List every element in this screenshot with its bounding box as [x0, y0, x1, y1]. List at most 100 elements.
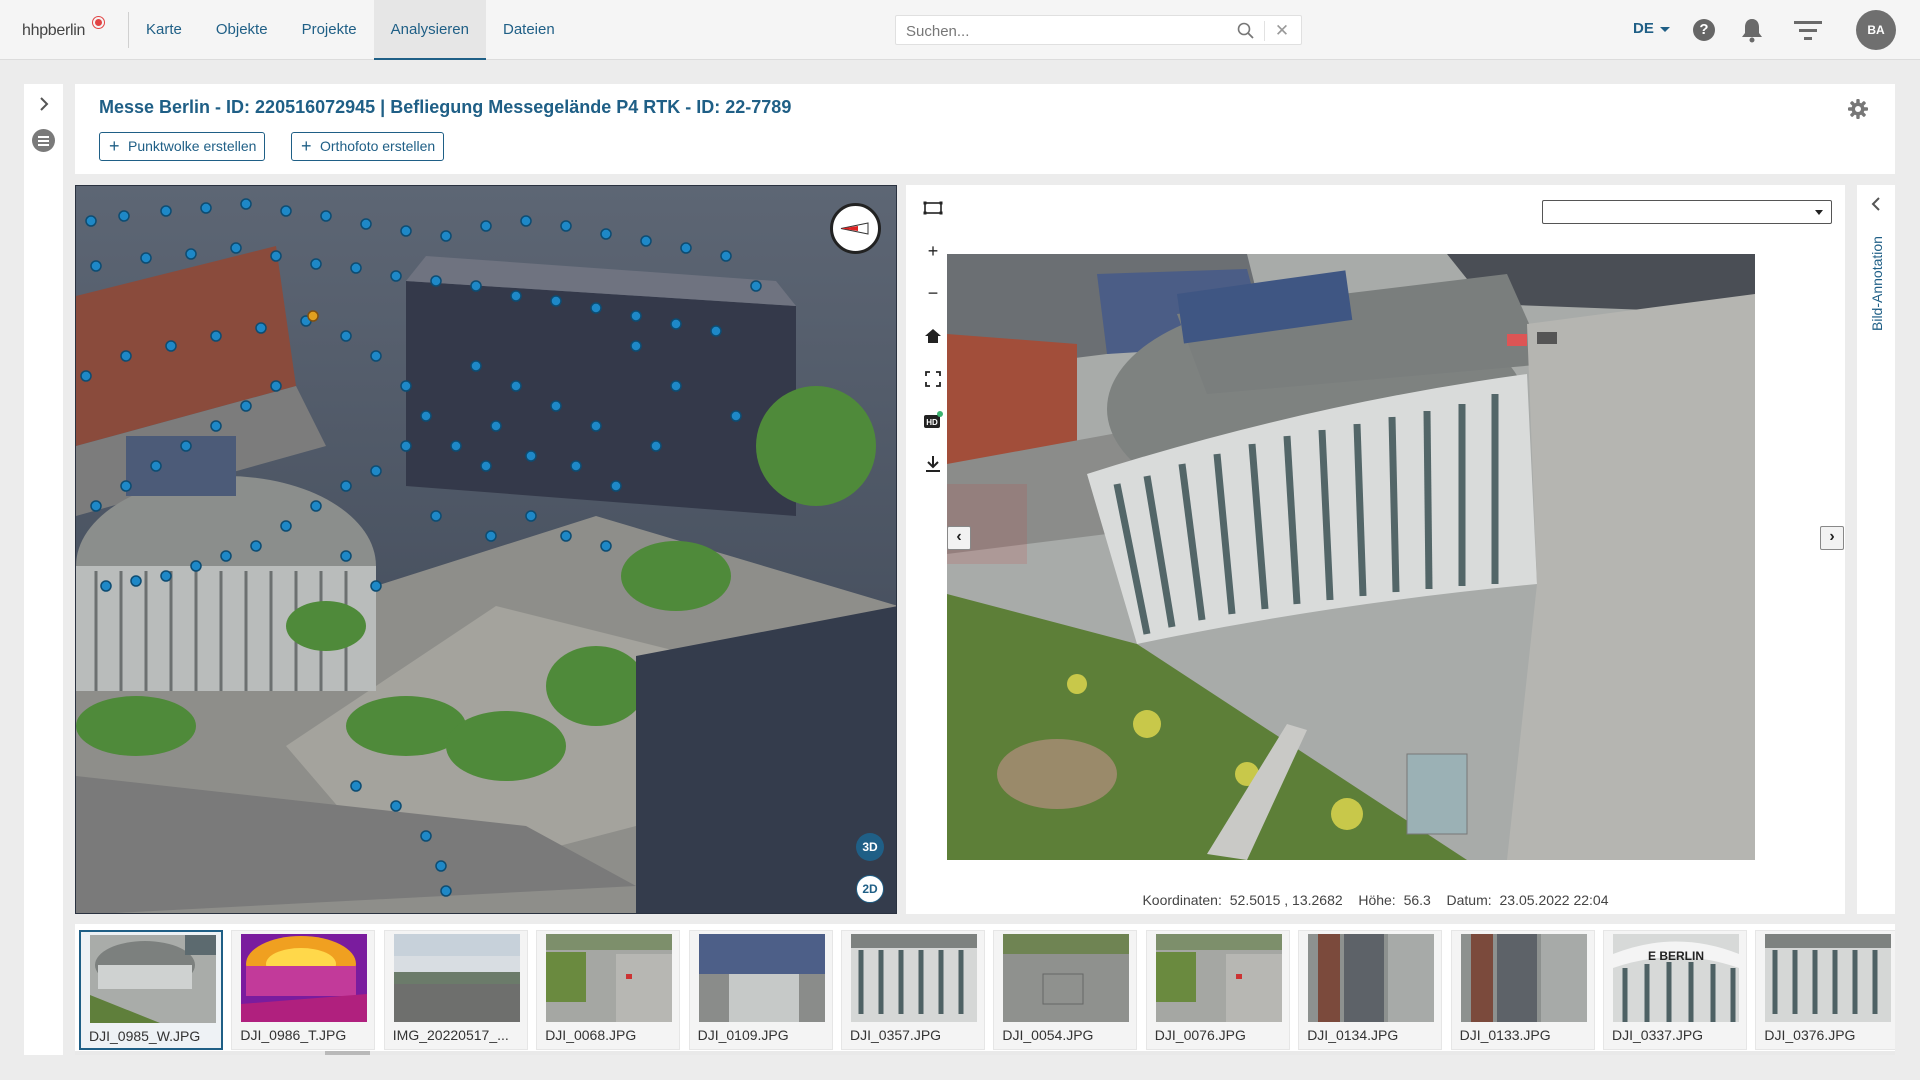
thumbnail-item[interactable]: DJI_0357.JPG [841, 930, 985, 1050]
drone-photo-drawing [947, 254, 1755, 860]
image-annotation-dropdown[interactable] [1542, 200, 1832, 224]
thumbnail-caption: DJI_0054.JPG [1002, 1027, 1094, 1043]
thumbnail-caption: DJI_0133.JPG [1459, 1027, 1551, 1043]
thumbnail-caption: DJI_0134.JPG [1307, 1027, 1399, 1043]
left-rail [24, 84, 63, 1055]
thumbnail-item[interactable]: DJI_0376.JPG [1755, 930, 1895, 1050]
select-area-icon[interactable] [922, 197, 944, 219]
thumbnail-item[interactable]: DJI_0986_T.JPG [231, 930, 376, 1050]
zoom-in-icon[interactable]: + [922, 240, 944, 262]
create-orthophoto-button[interactable]: + Orthofoto erstellen [291, 132, 445, 161]
thumbnail-caption: DJI_0068.JPG [545, 1027, 637, 1043]
thumbnail-caption: DJI_0985_W.JPG [89, 1028, 201, 1044]
thumbnail-image [1155, 934, 1282, 1022]
height-label: Höhe: [1358, 892, 1396, 908]
thumbnail-image [241, 934, 368, 1022]
chevron-down-icon [1815, 210, 1823, 215]
top-bar: hhpberlin Karte Objekte Projekte Analysi… [0, 0, 1920, 60]
logo-mark [93, 17, 104, 28]
plus-icon: + [301, 136, 312, 156]
bell-icon[interactable] [1740, 17, 1764, 43]
chevron-left-icon[interactable] [1868, 196, 1884, 212]
previous-image-button[interactable]: ‹ [947, 526, 971, 550]
thumbnail-scrollbar[interactable] [75, 1051, 1895, 1055]
thumbnail-image [1003, 934, 1130, 1022]
language-selector[interactable]: DE [1633, 20, 1654, 37]
scrollbar-thumb[interactable] [325, 1051, 370, 1055]
chevron-down-icon[interactable] [1660, 27, 1670, 32]
download-icon[interactable] [922, 453, 944, 475]
image-viewer-panel: + − HD ‹ › Koordinaten: 52.5015 , 13.268… [906, 185, 1845, 914]
fullscreen-icon[interactable] [922, 368, 944, 390]
mode-3d-button[interactable]: 3D [856, 833, 884, 861]
page-title: Messe Berlin - ID: 220516072945 | Beflie… [99, 97, 792, 117]
thumbnail-caption: DJI_0376.JPG [1764, 1027, 1856, 1043]
thumbnail-image [1308, 934, 1435, 1022]
compass-icon[interactable] [828, 201, 883, 256]
coords-value: 52.5015 , 13.2682 [1229, 892, 1343, 908]
thumbnail-item[interactable]: E BERLIN DJI_0337.JPG [1603, 930, 1747, 1050]
nav-item-analysieren[interactable]: Analysieren [373, 0, 486, 60]
main-nav: Karte Objekte Projekte Analysieren Datei… [129, 0, 572, 60]
nav-item-objekte[interactable]: Objekte [199, 0, 285, 60]
thumbnail-image [698, 934, 825, 1022]
thumbnail-caption: DJI_0357.JPG [850, 1027, 942, 1043]
create-point-cloud-label: Punktwolke erstellen [128, 138, 257, 154]
thumbnail-caption: DJI_0337.JPG [1612, 1027, 1704, 1043]
search-box: ✕ [895, 15, 1302, 45]
search-input[interactable] [906, 21, 1226, 41]
date-value: 23.05.2022 22:04 [1499, 892, 1609, 908]
thumbnail-item[interactable]: DJI_0134.JPG [1298, 930, 1443, 1050]
thumbnail-caption: DJI_0986_T.JPG [240, 1027, 347, 1043]
date-label: Datum: [1446, 892, 1492, 908]
thumbnail-sign-text: E BERLIN [1648, 949, 1704, 963]
thumbnail-image [1460, 934, 1587, 1022]
coords-label: Koordinaten: [1142, 892, 1222, 908]
create-orthophoto-label: Orthofoto erstellen [320, 138, 436, 154]
nav-item-projekte[interactable]: Projekte [285, 0, 374, 60]
gear-icon[interactable] [1847, 98, 1869, 120]
user-avatar[interactable]: BA [1856, 10, 1896, 50]
annotation-label[interactable]: Bild-Annotation [1869, 236, 1885, 331]
thumbnail-item[interactable]: DJI_0054.JPG [993, 930, 1138, 1050]
point-cloud-viewer[interactable]: 3D 2D [75, 185, 897, 914]
thumbnail-caption: IMG_20220517_... [392, 1027, 509, 1043]
clear-search-icon[interactable]: ✕ [1270, 19, 1294, 43]
thumbnail-image [546, 934, 673, 1022]
mode-2d-button[interactable]: 2D [856, 875, 884, 903]
hd-icon: HD [924, 411, 943, 428]
thumbnail-item[interactable]: IMG_20220517_... [383, 930, 528, 1050]
search-divider [1264, 21, 1265, 41]
thumbnail-item[interactable]: DJI_0076.JPG [1145, 930, 1290, 1050]
chevron-right-icon[interactable] [34, 94, 54, 114]
nav-item-karte[interactable]: Karte [129, 0, 199, 60]
help-icon[interactable]: ? [1693, 19, 1715, 41]
thumbnail-item[interactable]: DJI_0109.JPG [688, 930, 833, 1050]
annotation-sidebar[interactable]: Bild-Annotation [1857, 185, 1895, 914]
hd-toggle[interactable]: HD [922, 410, 944, 432]
filter-icon[interactable] [1793, 19, 1823, 43]
thumbnail-image [393, 934, 520, 1022]
drone-photo[interactable] [947, 254, 1755, 860]
thumbnail-caption: DJI_0109.JPG [697, 1027, 789, 1043]
thumbnail-item[interactable]: DJI_0985_W.JPG [79, 930, 223, 1050]
zoom-out-icon[interactable]: − [922, 282, 944, 304]
home-icon[interactable] [922, 325, 944, 347]
point-cloud-scene[interactable] [76, 186, 897, 914]
next-image-button[interactable]: › [1820, 526, 1844, 550]
svg-text:HD: HD [926, 418, 938, 427]
thumbnail-item[interactable]: DJI_0133.JPG [1450, 930, 1595, 1050]
create-point-cloud-button[interactable]: + Punktwolke erstellen [99, 132, 266, 161]
height-value: 56.3 [1403, 892, 1431, 908]
thumbnail-image: E BERLIN [1613, 934, 1739, 1022]
list-icon[interactable] [32, 129, 55, 152]
plus-icon: + [109, 136, 120, 156]
thumbnail-strip: DJI_0985_W.JPG DJI_0986_T.JPG IMG_20220517… [75, 924, 1895, 1055]
search-icon[interactable] [1236, 21, 1256, 41]
app-logo[interactable]: hhpberlin [22, 22, 85, 40]
analysis-header: Messe Berlin - ID: 220516072945 | Beflie… [75, 84, 1895, 174]
thumbnail-image [851, 934, 977, 1022]
thumbnail-image [1765, 934, 1892, 1022]
nav-item-dateien[interactable]: Dateien [486, 0, 572, 60]
thumbnail-item[interactable]: DJI_0068.JPG [536, 930, 681, 1050]
